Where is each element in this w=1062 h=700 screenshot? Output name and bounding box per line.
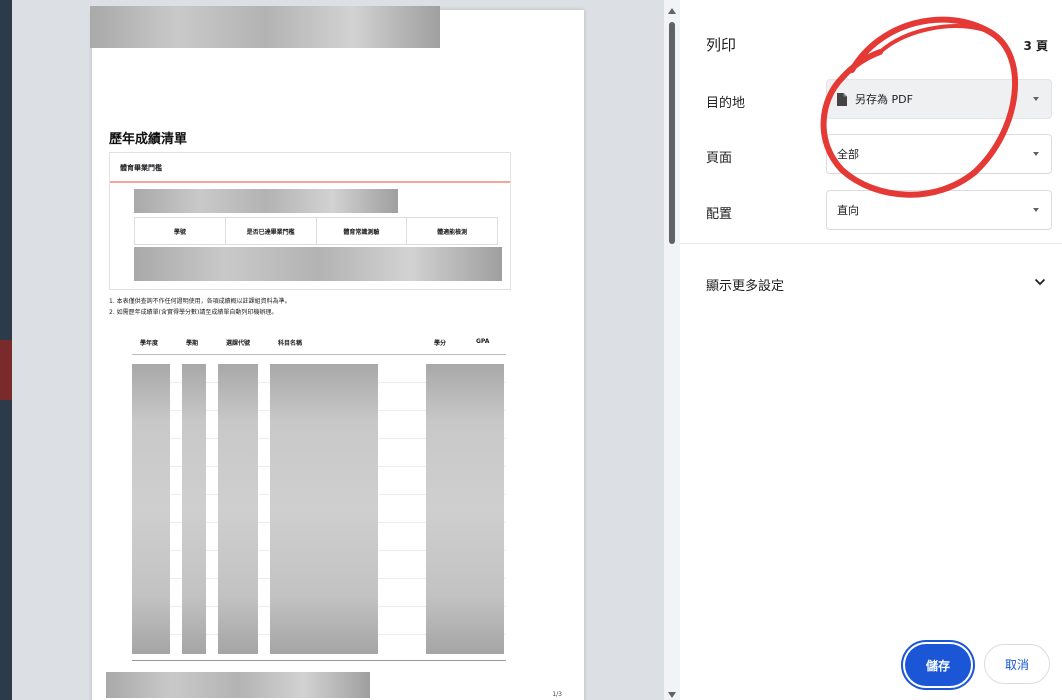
table-header-cell: GPA [476,338,490,345]
table-header-cell: 學分 [434,340,447,347]
background-window-strip [0,0,12,700]
page-number: 1/3 [552,691,562,698]
pages-select[interactable]: 全部 [826,134,1052,174]
layout-label: 配置 [706,207,733,222]
destination-label: 目的地 [706,96,746,111]
note-line: 1. 本表僅供查詢不作任何證明使用，各項成績概以註課組資料為準。 [109,298,291,305]
redacted-semester-column [182,364,206,654]
print-preview-area: 歷年成績清單 體育畢業門檻 學號 是否已達畢業門檻 體育常識測驗 體適能檢測 1… [0,0,664,700]
redacted-course-code-column [218,364,258,654]
grades-table-header: 學年度 學期 選課代號 科目名稱 學分 GPA [132,334,506,355]
table-header-cell: 選課代號 [226,340,251,347]
scroll-thumb[interactable] [669,22,675,244]
save-button[interactable]: 儲存 [905,644,971,686]
redacted-student-name [134,189,398,213]
layout-select[interactable]: 直向 [826,190,1052,230]
chevron-down-icon [1033,152,1039,156]
destination-value: 另存為 PDF [855,93,913,106]
table-header-cell: 學期 [186,340,199,347]
pages-label: 頁面 [706,151,733,166]
print-settings-panel: 列印 3 頁 目的地 另存為 PDF 頁面 全部 配置 直向 顯示更多設定 儲存… [680,0,1062,700]
chevron-down-icon [1033,208,1039,212]
destination-select[interactable]: 另存為 PDF [826,79,1052,119]
more-settings-toggle[interactable]: 顯示更多設定 [706,275,784,294]
redacted-credit-gpa-column [426,364,504,654]
file-icon [837,92,847,106]
scroll-up-icon[interactable] [668,8,676,14]
preview-page: 歷年成績清單 體育畢業門檻 學號 是否已達畢業門檻 體育常識測驗 體適能檢測 1… [90,6,584,700]
document-title: 歷年成績清單 [109,132,188,147]
layout-value: 直向 [837,204,859,217]
sheet-count: 3 頁 [1023,39,1048,53]
preview-scrollbar[interactable] [664,0,680,700]
redacted-header [90,6,440,48]
table-header-cell: 學年度 [140,340,159,347]
redacted-threshold-values [134,247,502,281]
graduation-threshold-box: 體育畢業門檻 學號 是否已達畢業門檻 體育常識測驗 體適能檢測 [109,152,511,290]
redacted-year-column [132,364,170,654]
divider [680,243,1062,244]
notes: 1. 本表僅供查詢不作任何證明使用，各項成績概以註課組資料為準。 2. 如需歷年… [109,296,291,318]
scroll-down-icon[interactable] [668,692,676,698]
redacted-course-name-column [270,364,378,654]
box-header: 體育畢業門檻 [110,153,510,183]
column-header: 是否已達畢業門檻 [226,218,317,244]
chevron-down-icon [1033,97,1039,101]
cancel-button[interactable]: 取消 [984,644,1050,684]
redacted-footer [106,672,370,698]
print-title: 列印 [706,36,737,54]
column-header: 體適能檢測 [437,228,468,236]
chevron-down-icon[interactable] [1034,278,1046,286]
threshold-columns: 學號 是否已達畢業門檻 體育常識測驗 體適能檢測 [134,217,498,245]
pages-value: 全部 [837,148,859,161]
column-header: 學號 [135,218,226,244]
table-header-cell: 科目名稱 [278,340,303,347]
note-line: 2. 如需歷年成績單(含實得學分數)請至成績單自動列印機辦理。 [109,309,278,316]
column-header: 體育常識測驗 [317,218,408,244]
